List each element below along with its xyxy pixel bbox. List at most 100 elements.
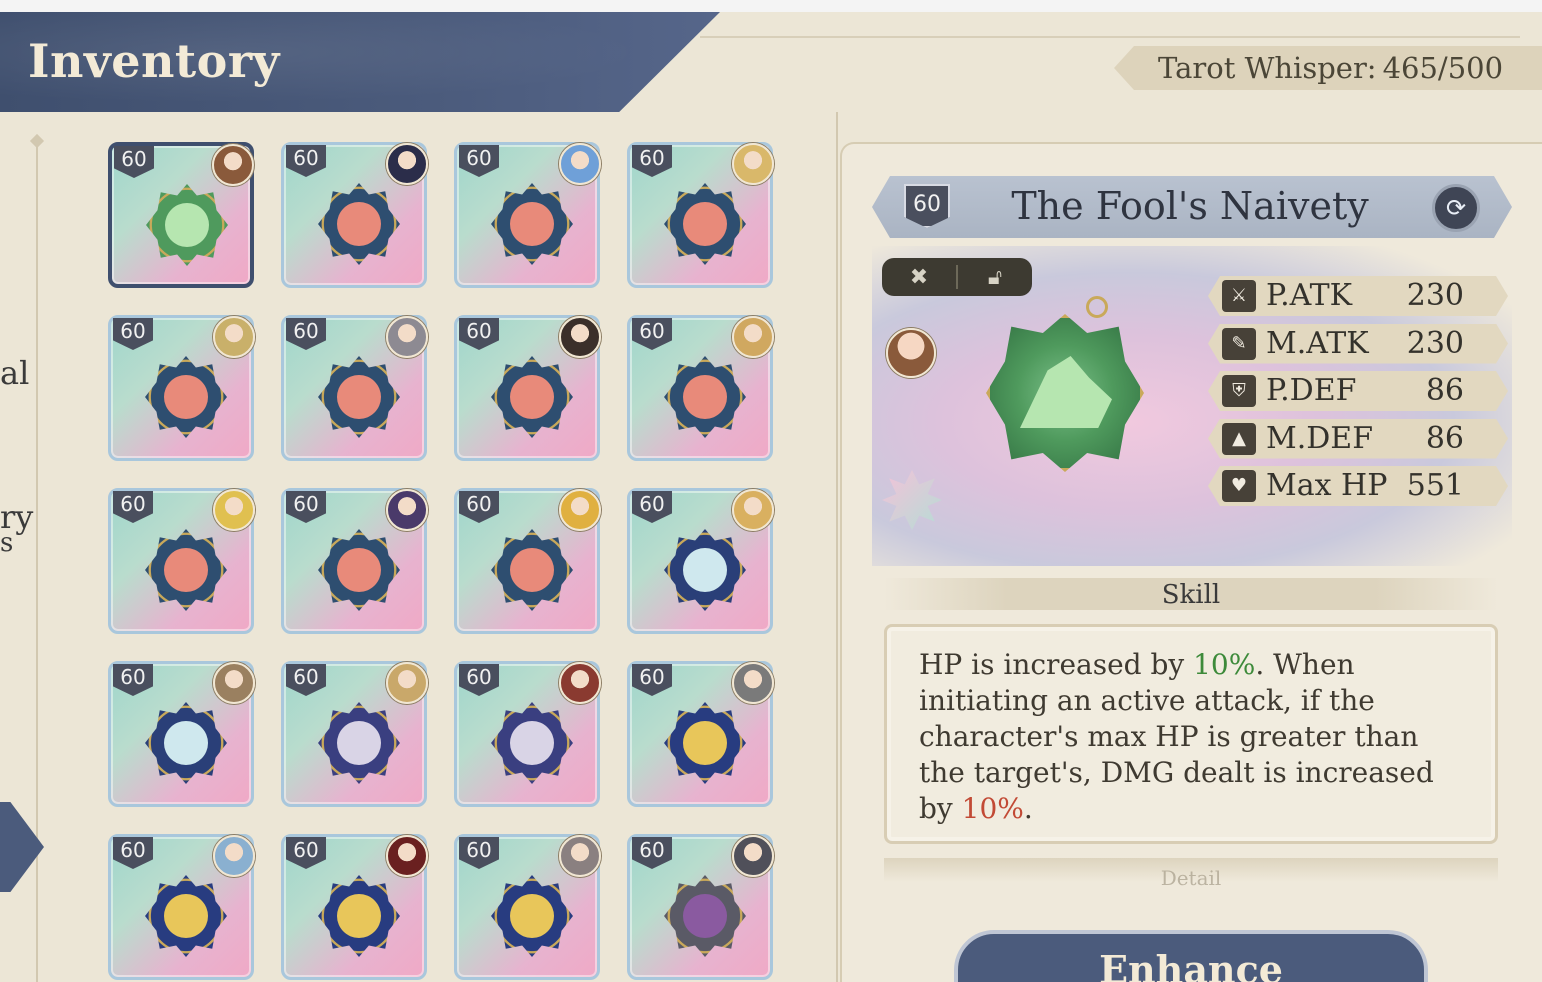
stat-row: ▲ M.DEF 86 bbox=[1208, 419, 1508, 459]
red-hair-maiden-icon bbox=[664, 356, 746, 438]
card-owner-avatar bbox=[559, 143, 601, 185]
stat-row: ✎ M.ATK 230 bbox=[1208, 324, 1508, 364]
golden-scales-icon bbox=[491, 875, 573, 957]
golden-scales-icon bbox=[664, 702, 746, 784]
swap-button[interactable]: ⟳ bbox=[1432, 184, 1480, 232]
inventory-card[interactable]: 60 bbox=[627, 315, 774, 461]
stat-value: 86 bbox=[1425, 373, 1464, 408]
item-name: The Fool's Naivety bbox=[1011, 184, 1369, 228]
inventory-card[interactable]: 60 bbox=[454, 488, 601, 634]
card-owner-avatar bbox=[732, 835, 774, 877]
winged-demon-icon bbox=[664, 875, 746, 957]
red-hair-maiden-icon bbox=[318, 183, 400, 265]
card-owner-avatar bbox=[212, 144, 254, 186]
card-owner-avatar bbox=[213, 316, 255, 358]
inventory-card[interactable]: 60 bbox=[454, 661, 601, 807]
inventory-card[interactable]: 60 bbox=[108, 488, 255, 634]
card-owner-avatar bbox=[732, 662, 774, 704]
card-owner-avatar bbox=[386, 143, 428, 185]
card-level-badge: 60 bbox=[632, 145, 672, 177]
card-owner-avatar bbox=[213, 662, 255, 704]
stat-value: 551 bbox=[1406, 468, 1464, 503]
golden-scales-icon bbox=[318, 875, 400, 957]
card-level-badge: 60 bbox=[114, 146, 154, 178]
stat-value: 86 bbox=[1425, 420, 1464, 456]
skill-highlight-hp: 10% bbox=[1193, 648, 1256, 681]
stacked-books-icon bbox=[145, 702, 227, 784]
card-owner-avatar bbox=[213, 489, 255, 531]
skill-text-1: HP is increased by bbox=[919, 648, 1194, 681]
currency-label: Tarot Whisper: bbox=[1158, 51, 1377, 85]
skill-title: Skill bbox=[1161, 580, 1221, 610]
inventory-card[interactable]: 60 bbox=[627, 834, 774, 980]
inventory-card[interactable]: 60 bbox=[281, 488, 428, 634]
wand-icon: ✎ bbox=[1222, 328, 1256, 360]
hooded-sage-icon bbox=[318, 702, 400, 784]
inventory-card[interactable]: 60 bbox=[281, 315, 428, 461]
enhance-button[interactable]: Enhance bbox=[954, 930, 1428, 982]
stat-row: ♥ Max HP 551 bbox=[1208, 466, 1508, 506]
card-owner-avatar bbox=[732, 143, 774, 185]
inventory-card[interactable]: 60 bbox=[108, 315, 255, 461]
red-hair-maiden-icon bbox=[491, 529, 573, 611]
card-level-badge: 60 bbox=[632, 837, 672, 869]
card-level-badge: 60 bbox=[459, 837, 499, 869]
unlock-icon: 🔓︎ bbox=[987, 264, 1003, 290]
stat-value: 230 bbox=[1406, 325, 1464, 361]
swap-icon: ⟳ bbox=[1445, 194, 1467, 222]
card-level-badge: 60 bbox=[286, 837, 326, 869]
stat-row: ⛨ P.DEF 86 bbox=[1208, 371, 1508, 411]
sword-icon: ⚔ bbox=[1222, 280, 1256, 312]
red-hair-maiden-icon bbox=[145, 356, 227, 438]
green-jester-hat-icon bbox=[146, 184, 228, 266]
inventory-card[interactable]: 60 bbox=[454, 834, 601, 980]
inventory-card[interactable]: 60 bbox=[454, 142, 601, 288]
card-level-badge: 60 bbox=[113, 318, 153, 350]
inventory-card[interactable]: 60 bbox=[108, 661, 255, 807]
side-nav-item-2-sub[interactable]: s bbox=[0, 528, 13, 558]
inventory-card[interactable]: 60 bbox=[627, 661, 774, 807]
inventory-card[interactable]: 60 bbox=[108, 142, 254, 288]
equipped-character-avatar[interactable] bbox=[886, 328, 936, 378]
card-owner-avatar bbox=[559, 835, 601, 877]
detail-tab[interactable]: Detail bbox=[884, 866, 1498, 886]
hat-icon: ▲ bbox=[1222, 423, 1256, 455]
inventory-card[interactable]: 60 bbox=[627, 142, 774, 288]
red-hair-maiden-icon bbox=[318, 529, 400, 611]
discard-toggle[interactable]: ✖ bbox=[882, 265, 956, 290]
lock-toolbar: ✖ 🔓︎ bbox=[882, 258, 1032, 296]
card-owner-avatar bbox=[559, 489, 601, 531]
inventory-card[interactable]: 60 bbox=[281, 142, 428, 288]
card-level-badge: 60 bbox=[113, 837, 153, 869]
red-hair-maiden-icon bbox=[145, 529, 227, 611]
card-owner-avatar bbox=[732, 489, 774, 531]
panel-divider bbox=[836, 112, 838, 982]
tarot-whisper-counter: Tarot Whisper: 465/500 bbox=[1114, 46, 1542, 90]
card-owner-avatar bbox=[732, 316, 774, 358]
card-level-badge: 60 bbox=[113, 664, 153, 696]
red-hair-maiden-icon bbox=[664, 183, 746, 265]
inventory-card[interactable]: 60 bbox=[281, 661, 428, 807]
clover-icon: ✖ bbox=[909, 264, 929, 290]
card-owner-avatar bbox=[559, 316, 601, 358]
inventory-card[interactable]: 60 bbox=[108, 834, 255, 980]
flower-icon[interactable] bbox=[878, 466, 946, 534]
side-nav-item-1[interactable]: al bbox=[0, 354, 29, 392]
card-owner-avatar bbox=[559, 662, 601, 704]
card-owner-avatar bbox=[386, 489, 428, 531]
inventory-card[interactable]: 60 bbox=[281, 834, 428, 980]
card-level-badge: 60 bbox=[459, 145, 499, 177]
card-level-badge: 60 bbox=[632, 491, 672, 523]
inventory-card[interactable]: 60 bbox=[627, 488, 774, 634]
red-hair-maiden-icon bbox=[491, 356, 573, 438]
card-owner-avatar bbox=[386, 662, 428, 704]
stat-label: P.DEF bbox=[1266, 373, 1357, 408]
card-level-badge: 60 bbox=[459, 664, 499, 696]
stat-label: P.ATK bbox=[1266, 278, 1353, 313]
heart-icon: ♥ bbox=[1222, 470, 1256, 502]
inventory-card[interactable]: 60 bbox=[454, 315, 601, 461]
card-level-badge: 60 bbox=[286, 145, 326, 177]
stat-label: Max HP bbox=[1266, 468, 1388, 503]
stat-list: ⚔ P.ATK 230 ✎ M.ATK 230 ⛨ P.DEF 86 ▲ M.D… bbox=[1208, 276, 1508, 514]
lock-toggle[interactable]: 🔓︎ bbox=[958, 265, 1032, 290]
